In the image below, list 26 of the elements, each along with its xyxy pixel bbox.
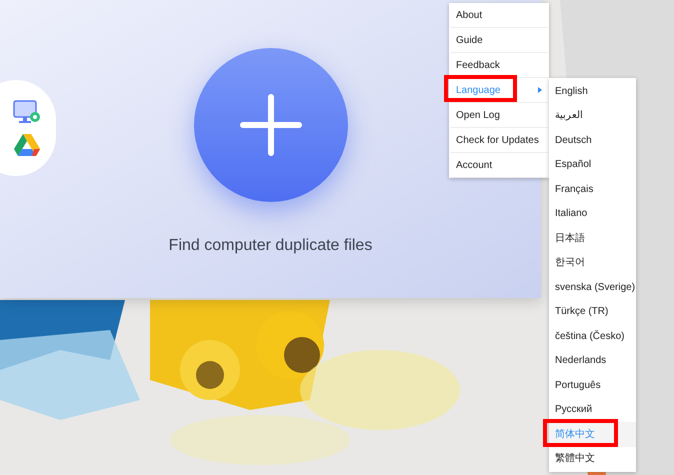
submenu-item[interactable]: العربية (549, 104, 636, 128)
submenu-item[interactable]: Nederlands (549, 348, 636, 373)
drive-icon[interactable] (14, 134, 40, 156)
menu-item[interactable]: Account (450, 153, 548, 178)
submenu-item[interactable]: 日本語 (549, 226, 636, 250)
submenu-caret-icon (538, 87, 542, 93)
submenu-item[interactable]: 繁體中文 (549, 446, 636, 471)
plus-icon (240, 94, 302, 156)
menu-item[interactable]: Feedback (450, 53, 548, 78)
submenu-item[interactable]: Русский (549, 398, 636, 422)
submenu-item[interactable]: Español (549, 152, 636, 177)
submenu-item[interactable]: Türkçe (TR) (549, 300, 636, 324)
submenu-item[interactable]: Français (549, 177, 636, 202)
monitor-icon[interactable] (13, 100, 41, 126)
menu-item[interactable]: Open Log (450, 103, 548, 128)
submenu-item[interactable]: čeština (Česko) (549, 324, 636, 348)
action-label: Find computer duplicate files (168, 236, 372, 256)
submenu-item[interactable]: Português (549, 373, 636, 398)
submenu-item[interactable]: Italiano (549, 202, 636, 226)
menu-item[interactable]: About (450, 3, 548, 28)
submenu-item[interactable]: English (549, 79, 636, 104)
menu-item[interactable]: Check for Updates (450, 128, 548, 153)
submenu-item[interactable]: Deutsch (549, 128, 636, 152)
menu-item[interactable]: Guide (450, 28, 548, 53)
submenu-item[interactable]: svenska (Sverige) (549, 275, 636, 300)
submenu-item[interactable]: 한국어 (549, 250, 636, 275)
